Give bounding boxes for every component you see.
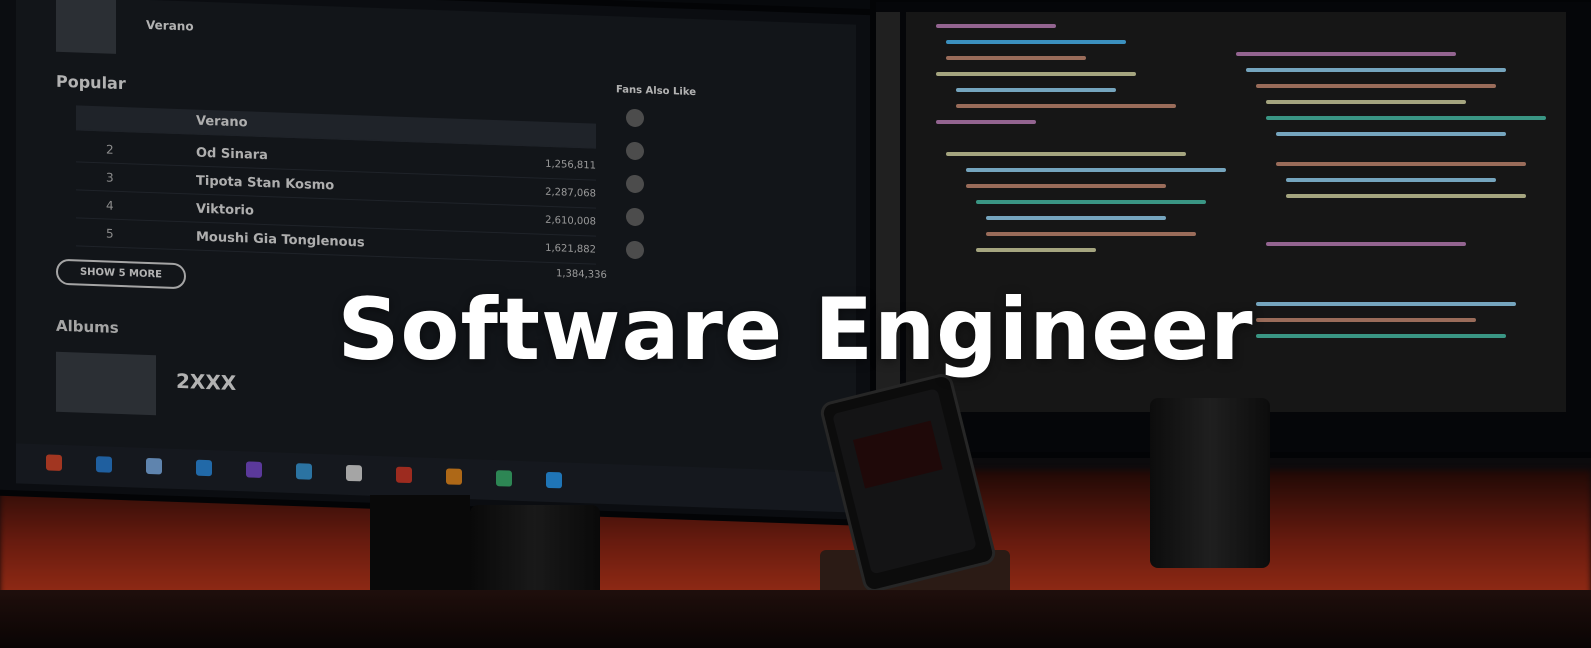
headline-title: Software Engineer <box>337 280 1254 380</box>
photo-background: Verano Popular Verano 2 Od Sinara 1,256,… <box>0 0 1591 648</box>
